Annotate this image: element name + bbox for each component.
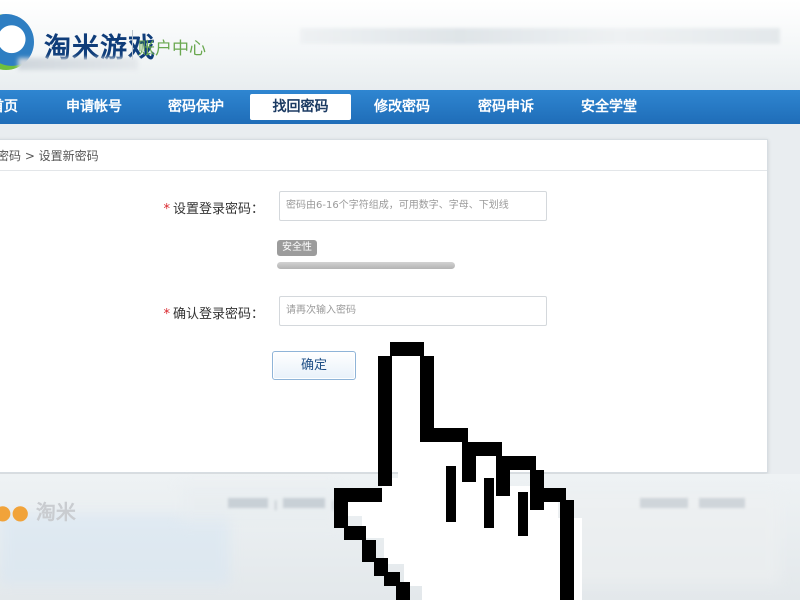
breadcrumb-divider — [0, 170, 767, 171]
account-center-title: 账户中心 — [138, 39, 206, 59]
new-password-input[interactable] — [286, 192, 536, 218]
nav-item-change-password[interactable]: 修改密码 — [366, 90, 438, 124]
nav-item-register[interactable]: 申请帐号 — [58, 90, 130, 124]
nav-item-password-appeal[interactable]: 密码申诉 — [470, 90, 542, 124]
blurred-top-links — [300, 28, 780, 44]
footer-links-blurred: | | — [228, 498, 341, 511]
password-strength-bar — [277, 262, 455, 269]
blurred-tagline — [18, 58, 138, 70]
new-password-label: * 设置登录密码： — [124, 198, 264, 217]
footer-right-blurred — [640, 498, 746, 511]
breadcrumb: 密码 > 设置新密码 — [0, 149, 99, 163]
hand-pointer-cursor-icon — [334, 342, 582, 600]
confirm-password-label: * 确认登录密码： — [124, 303, 264, 322]
required-mark: * — [163, 202, 170, 217]
required-mark: * — [163, 307, 170, 322]
footer-logo-mark: ●● — [0, 500, 29, 524]
new-password-label-text: 设置登录密码： — [172, 202, 264, 217]
confirm-password-input[interactable] — [286, 297, 536, 323]
footer-logo-text: 淘米 — [35, 500, 76, 524]
nav-item-password-protect[interactable]: 密码保护 — [160, 90, 232, 124]
footer-logo: ●● 淘米 — [0, 496, 76, 525]
nav-item-security-school[interactable]: 安全学堂 — [573, 90, 645, 124]
nav-item-recover-password[interactable]: 找回密码 — [250, 94, 351, 120]
logo-divider — [132, 30, 133, 60]
confirm-password-field[interactable] — [279, 296, 547, 326]
password-strength-label: 安全性 — [277, 240, 317, 256]
main-nav: 首页 申请帐号 密码保护 找回密码 修改密码 密码申诉 安全学堂 — [0, 90, 800, 124]
site-header: 淘米游戏 账户中心 — [0, 0, 800, 88]
nav-item-home[interactable]: 首页 — [0, 90, 22, 124]
new-password-field[interactable] — [279, 191, 547, 221]
confirm-password-label-text: 确认登录密码： — [172, 307, 264, 322]
